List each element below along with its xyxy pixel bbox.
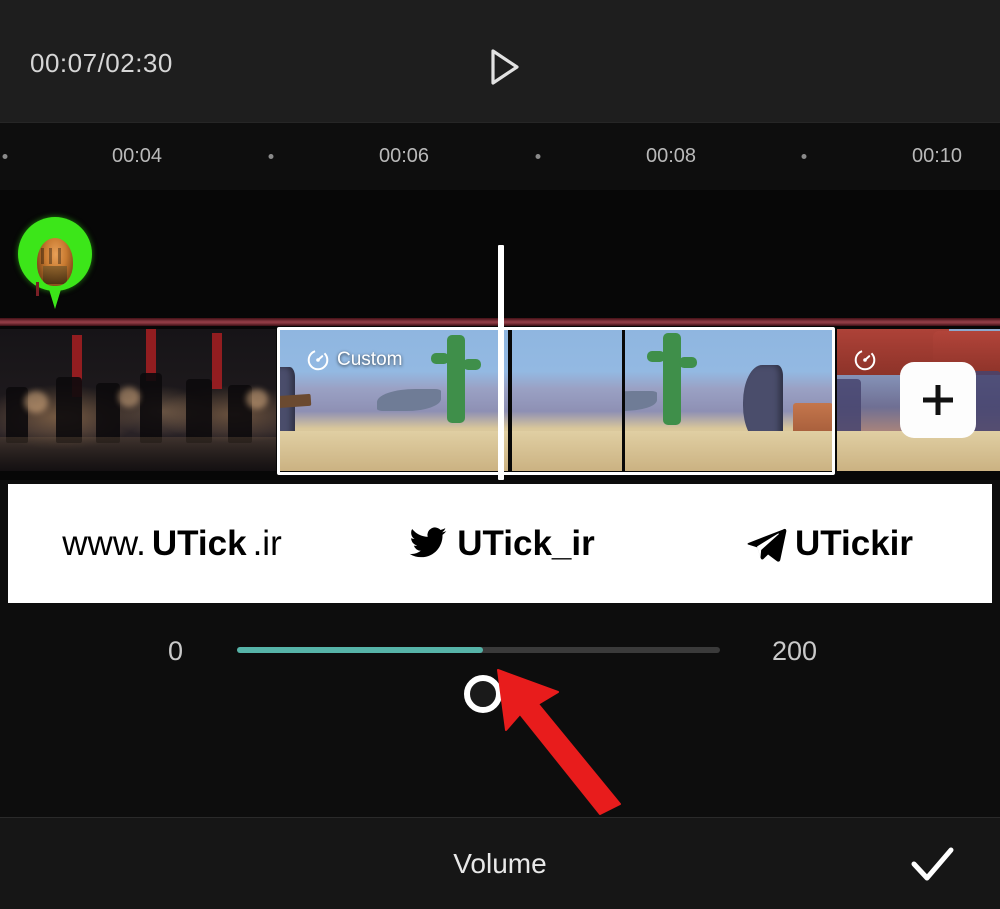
stage-figure [140, 373, 162, 443]
bird-shape [625, 391, 657, 411]
ruler-label: 00:10 [911, 145, 963, 167]
play-triangle-icon [491, 49, 519, 85]
watermark-twitter: UTick_ir [336, 524, 664, 564]
cactus-shape [663, 333, 681, 425]
video-editor-screen: 00:07/02:30 00:04 00:06 00:08 00:10 Cust… [0, 0, 1000, 909]
stage-light [246, 389, 268, 409]
clip-speed-badge[interactable] [853, 348, 884, 372]
twitter-bird-icon [409, 526, 447, 557]
player-top-bar: 00:07/02:30 [0, 0, 1000, 122]
speed-gauge-icon [854, 349, 876, 371]
pin-thumbnail-image [37, 238, 73, 286]
add-clip-button[interactable] [900, 362, 976, 438]
speed-gauge-icon [307, 349, 329, 371]
pin-stem [36, 282, 39, 296]
watermark-prefix: www. [62, 523, 146, 563]
timeline-track-area[interactable]: Custom [0, 190, 1000, 480]
timeline-ruler[interactable]: 00:04 00:06 00:08 00:10 [0, 122, 1000, 190]
playhead-indicator[interactable] [498, 245, 504, 480]
cactus-shape [447, 335, 465, 423]
stage-floor [0, 437, 276, 471]
watermark-suffix: .ir [252, 523, 282, 563]
panel-title: Volume [453, 848, 547, 879]
play-button[interactable] [480, 44, 526, 90]
ruler-tick-dot [268, 154, 274, 159]
stage-prop [212, 333, 222, 389]
ruler-label: 00:04 [111, 145, 163, 167]
watermark-telegram: UTickir [664, 524, 992, 564]
watermark-handle: UTickir [794, 523, 914, 563]
stage-light [118, 387, 140, 407]
cactus-arm [463, 359, 481, 370]
stage-figure [186, 379, 212, 443]
clip-speed-badge[interactable]: Custom [306, 348, 402, 372]
cactus-arm [679, 357, 697, 368]
bottom-action-bar: Volume [0, 817, 1000, 909]
pillar-shape [837, 379, 861, 439]
stage-light [24, 391, 48, 413]
watermark-handle: UTick_ir [457, 523, 595, 563]
desert-ground [512, 431, 622, 471]
cactus-arm [431, 353, 449, 364]
clip-speed-label: Custom [337, 349, 403, 370]
playback-time-display: 00:07/02:30 [30, 48, 173, 78]
volume-slider-thumb[interactable] [464, 675, 502, 713]
plus-icon [923, 385, 953, 415]
watermark-brand: UTick [151, 523, 247, 563]
bird-shape [377, 389, 441, 411]
ruler-tick-dot [801, 154, 807, 159]
volume-slider-fill [237, 647, 483, 653]
confirm-button[interactable] [906, 840, 958, 888]
volume-slider-track[interactable] [237, 647, 720, 713]
ruler-label: 00:06 [378, 145, 430, 167]
slider-max-label: 200 [772, 636, 818, 666]
watermark-website: www. UTick .ir [8, 524, 336, 564]
keyframe-pin-marker[interactable] [18, 217, 92, 313]
desert-ground [279, 431, 508, 471]
check-icon [911, 847, 954, 881]
cactus-arm [647, 351, 665, 362]
ruler-tick-dot [535, 154, 541, 159]
stage-figure [56, 377, 82, 443]
volume-slider-row[interactable]: 0 200 [0, 603, 1000, 713]
telegram-plane-icon [747, 528, 787, 562]
timeline-clip[interactable] [0, 329, 276, 471]
desert-ground [625, 431, 833, 471]
ruler-label: 00:08 [645, 145, 697, 167]
slider-min-label: 0 [168, 636, 184, 666]
ruler-tick-dot [2, 154, 8, 159]
timeline-clip[interactable] [512, 329, 622, 471]
watermark-bar: www. UTick .ir UTick_ir UTickir [8, 484, 992, 603]
stage-figure [96, 383, 120, 443]
timeline-clip[interactable] [625, 329, 833, 471]
